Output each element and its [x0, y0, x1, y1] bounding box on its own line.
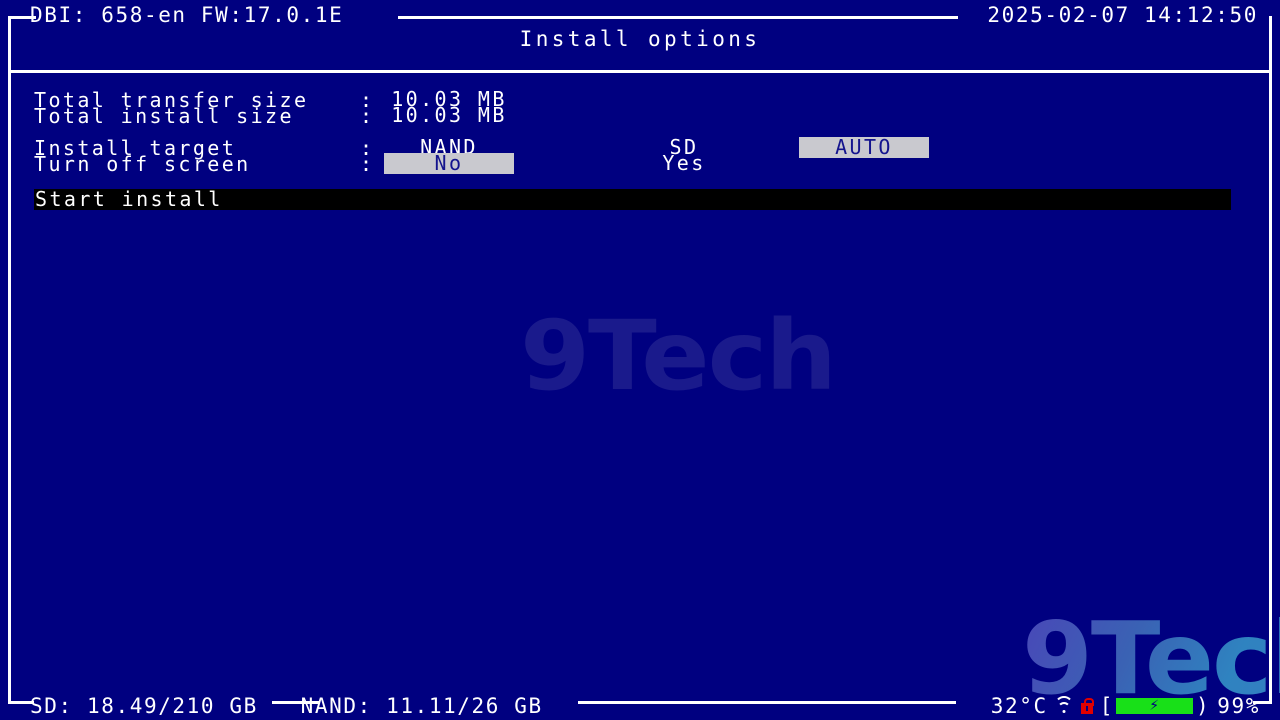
- install-options-body: Total transfer size : 10.03 MB Total ins…: [34, 89, 1270, 176]
- app-info-label: DBI: 658-en FW:17.0.1E: [30, 3, 344, 27]
- storage-status: SD: 18.49/210 GB NAND: 11.11/26 GB: [30, 693, 543, 719]
- option-choice-no[interactable]: No: [384, 153, 514, 174]
- info-separator: :: [360, 104, 375, 128]
- option-row-turn-off-screen: Turn off screen : No Yes: [34, 152, 1270, 176]
- option-label: Turn off screen: [34, 152, 251, 176]
- frame-border-left: [8, 16, 11, 704]
- option-choice-yes[interactable]: Yes: [619, 153, 749, 174]
- page-title: Install options: [519, 27, 761, 51]
- info-value: 10.03 MB: [391, 103, 507, 127]
- battery-shell: ⚡: [1116, 698, 1195, 714]
- clock-label: 2025-02-07 14:12:50: [987, 3, 1258, 27]
- info-label: Total install size: [34, 104, 294, 128]
- battery-percent-label: 99%: [1217, 694, 1260, 718]
- storage-gap: [258, 694, 301, 718]
- nand-storage-label: NAND: 11.11/26 GB: [300, 694, 543, 718]
- frame-border-top-right: [398, 16, 958, 19]
- temperature-label: 32°C: [990, 694, 1048, 718]
- option-separator: :: [360, 152, 375, 176]
- watermark-center: 9Tech: [520, 300, 837, 412]
- wifi-icon: [1054, 695, 1074, 714]
- sd-storage-label: SD: 18.49/210 GB: [30, 694, 258, 718]
- battery-indicator: [ ⚡ ): [1099, 693, 1211, 718]
- system-status: 32°C [ ⚡ ) 99%: [991, 693, 1260, 719]
- frame-title-separator: [8, 70, 1272, 73]
- battery-left-bracket: [: [1099, 693, 1115, 718]
- battery-right-bracket: ): [1196, 693, 1211, 718]
- frame-border-bottom-mid-2: [578, 701, 956, 704]
- lock-icon: [1080, 698, 1094, 714]
- dbi-installer-screen: 9Tech 9Tech DBI: 658-en FW:17.0.1E 2025-…: [0, 0, 1280, 720]
- option-choice-auto[interactable]: AUTO: [799, 137, 929, 158]
- info-row-install-size: Total install size : 10.03 MB: [34, 103, 1270, 128]
- start-install-button[interactable]: Start install: [34, 189, 1231, 210]
- charging-bolt-icon: ⚡: [1149, 698, 1161, 714]
